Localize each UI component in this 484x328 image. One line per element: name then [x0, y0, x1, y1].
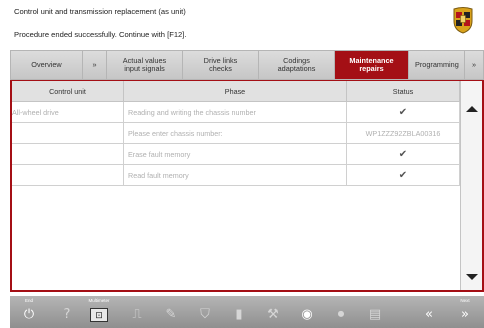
content-frame: Control unit Phase Status All-wheel driv…	[10, 80, 484, 292]
phase-cell: Erase fault memory	[124, 144, 347, 164]
double-chevron-left-icon: «	[425, 307, 433, 322]
end-button[interactable]: End ⏻	[10, 296, 48, 328]
tab-scroll-right[interactable]: »	[465, 51, 483, 79]
scroll-up-icon[interactable]	[466, 106, 478, 112]
control-unit-cell	[12, 123, 124, 143]
next-label: Next	[460, 298, 470, 303]
help-icon: ?	[63, 307, 71, 322]
table-row[interactable]: Erase fault memory ✔	[12, 144, 460, 165]
table-row[interactable]: Please enter chassis number: WP1ZZZ92ZBL…	[12, 123, 460, 144]
diagnostic-window: Control unit and transmission replacemen…	[0, 0, 484, 328]
table-header-row: Control unit Phase Status	[12, 81, 460, 102]
tab-drive-links[interactable]: Drive links checks	[183, 51, 259, 79]
tab-overview[interactable]: Overview	[11, 51, 83, 79]
oscilloscope-button[interactable]: ⎍	[118, 296, 156, 328]
wrench-button[interactable]: ⚒	[254, 296, 292, 328]
procedure-title: Control unit and transmission replacemen…	[14, 7, 186, 16]
tab-codings[interactable]: Codings adaptations	[259, 51, 335, 79]
phase-cell: Reading and writing the chassis number	[124, 102, 347, 122]
power-icon: ⏻	[23, 307, 35, 322]
scroll-down-icon[interactable]	[466, 274, 478, 280]
control-unit-cell	[12, 165, 124, 185]
back-button[interactable]: «	[410, 296, 448, 328]
wrench-icon: ⚒	[267, 307, 279, 322]
tab-scroll-left[interactable]: »	[83, 51, 107, 79]
tab-programming[interactable]: Programming	[409, 51, 465, 79]
tab-maintenance-repairs[interactable]: Maintenance repairs	[335, 51, 409, 79]
phase-cell: Read fault memory	[124, 165, 347, 185]
record-icon: ◉	[301, 307, 313, 322]
vertical-scrollbar[interactable]	[460, 81, 482, 290]
column-header-phase: Phase	[124, 81, 347, 101]
column-header-control-unit: Control unit	[12, 81, 124, 101]
table-row[interactable]: Read fault memory ✔	[12, 165, 460, 186]
control-unit-cell	[12, 144, 124, 164]
record-button[interactable]: ◉	[288, 296, 326, 328]
battery-button[interactable]: ▮	[220, 296, 258, 328]
multimeter-button[interactable]: Multimeter ⊡	[80, 296, 118, 328]
column-header-status: Status	[347, 81, 460, 101]
procedure-status: Procedure ended successfully. Continue w…	[14, 30, 187, 39]
pencil-icon: ✎	[165, 307, 177, 322]
battery-icon: ▮	[235, 307, 243, 322]
filter-icon: ⛉	[200, 307, 210, 322]
end-label: End	[24, 298, 33, 303]
brand-crest-icon	[453, 7, 473, 34]
clipboard-icon: ▤	[368, 307, 382, 322]
stop-icon: ⏺	[337, 307, 345, 322]
control-unit-cell: All-wheel drive	[12, 102, 124, 122]
multimeter-label: Multimeter	[88, 298, 110, 303]
chassis-number-value: WP1ZZZ92ZBLA00316	[347, 123, 460, 143]
filter-button[interactable]: ⛉	[186, 296, 224, 328]
signal-icon: ⎍	[132, 307, 142, 322]
edit-button[interactable]: ✎	[152, 296, 190, 328]
function-toolbar: End ⏻ ? Multimeter ⊡ ⎍ ✎ ⛉ ▮ ⚒ ◉ ⏺ ▤ « N…	[10, 296, 484, 328]
status-check-icon: ✔	[347, 144, 460, 164]
status-check-icon: ✔	[347, 165, 460, 185]
double-chevron-right-icon: »	[461, 307, 469, 322]
stop-button[interactable]: ⏺	[322, 296, 360, 328]
main-tab-bar: Overview » Actual values input signals D…	[10, 50, 484, 80]
clipboard-button[interactable]: ▤	[356, 296, 394, 328]
next-button[interactable]: Next »	[446, 296, 484, 328]
table-row[interactable]: All-wheel drive Reading and writing the …	[12, 102, 460, 123]
status-check-icon: ✔	[347, 102, 460, 122]
phase-cell: Please enter chassis number:	[124, 123, 347, 143]
multimeter-icon: ⊡	[90, 308, 108, 322]
tab-actual-values[interactable]: Actual values input signals	[107, 51, 183, 79]
